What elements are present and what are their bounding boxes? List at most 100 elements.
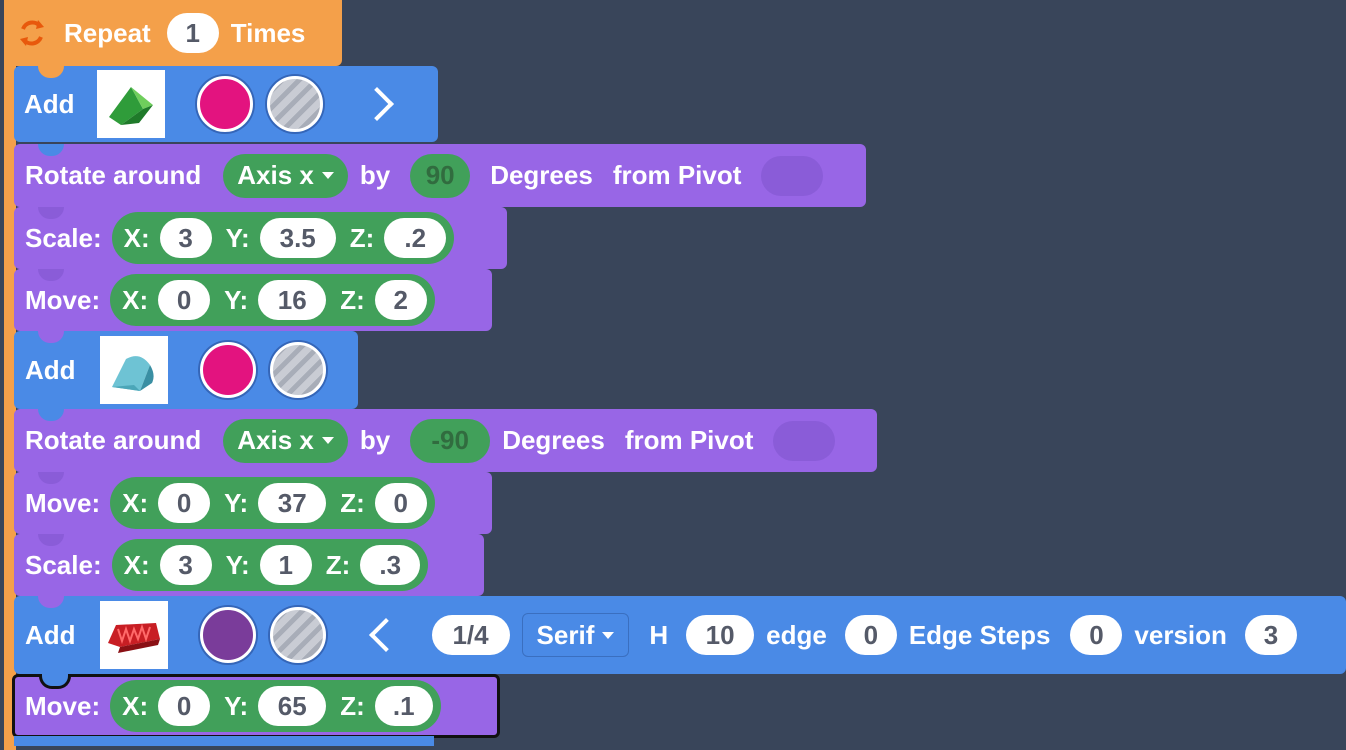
degrees-label: Degrees bbox=[490, 160, 593, 190]
add-block-1[interactable]: Add bbox=[14, 66, 438, 142]
caret-down-icon bbox=[321, 437, 334, 444]
triangular-prism-icon bbox=[108, 87, 153, 125]
height-input[interactable]: 10 bbox=[686, 615, 755, 655]
edge-steps-label: Edge Steps bbox=[908, 619, 1051, 650]
xyz-vector: X: 0 Y: 65 Z: .1 bbox=[110, 680, 441, 732]
y-input[interactable]: 16 bbox=[258, 280, 327, 320]
shape-thumbnail[interactable] bbox=[96, 70, 165, 138]
y-label: Y: bbox=[224, 487, 249, 518]
color-swatch[interactable] bbox=[196, 76, 253, 132]
scale-label: Scale: bbox=[25, 549, 102, 580]
rotate-block-2[interactable]: Rotate around Axis x by -90 Degrees from… bbox=[14, 409, 877, 472]
repeat-count-input[interactable]: 1 bbox=[166, 13, 219, 53]
repeat-block[interactable]: Repeat 1 Times bbox=[4, 0, 342, 66]
repeat-label: Repeat bbox=[64, 17, 151, 48]
move-label: Move: bbox=[25, 284, 101, 315]
move-label: Move: bbox=[25, 690, 101, 721]
scale-block-2[interactable]: Scale: X: 3 Y: 1 Z: .3 bbox=[14, 534, 484, 596]
x-label: X: bbox=[123, 549, 150, 580]
scale-label: Scale: bbox=[25, 222, 102, 253]
z-input[interactable]: 0 bbox=[374, 483, 427, 523]
pivot-label: from Pivot bbox=[624, 425, 754, 455]
degrees-label: Degrees bbox=[502, 425, 605, 455]
fraction-input[interactable]: 1/4 bbox=[431, 615, 510, 655]
move-block-3-selected[interactable]: Move: X: 0 Y: 65 Z: .1 bbox=[12, 674, 500, 738]
pivot-label: from Pivot bbox=[612, 160, 742, 190]
xyz-vector: X: 3 Y: 1 Z: .3 bbox=[111, 539, 429, 591]
repeat-suffix: Times bbox=[230, 17, 306, 48]
collapse-chevron-icon[interactable] bbox=[368, 615, 404, 655]
texture-swatch[interactable] bbox=[269, 342, 326, 398]
by-label: by bbox=[359, 160, 391, 190]
shape-thumbnail[interactable] bbox=[99, 336, 168, 404]
axis-value: Axis x bbox=[237, 160, 314, 190]
z-input[interactable]: .3 bbox=[360, 545, 421, 585]
shape-thumbnail[interactable] bbox=[99, 601, 168, 669]
rotate-label: Rotate around bbox=[25, 425, 202, 455]
y-input[interactable]: 3.5 bbox=[259, 218, 336, 258]
degrees-input[interactable]: -90 bbox=[410, 418, 491, 463]
texture-swatch[interactable] bbox=[269, 607, 326, 663]
z-label: Z: bbox=[340, 487, 365, 518]
caret-down-icon bbox=[321, 172, 334, 179]
y-input[interactable]: 1 bbox=[259, 545, 312, 585]
z-label: Z: bbox=[340, 690, 365, 721]
add-label: Add bbox=[25, 619, 76, 650]
half-cylinder-icon bbox=[111, 356, 154, 391]
axis-dropdown[interactable]: Axis x bbox=[223, 418, 348, 463]
y-label: Y: bbox=[225, 549, 250, 580]
x-input[interactable]: 3 bbox=[159, 545, 212, 585]
by-label: by bbox=[359, 425, 391, 455]
add-block-2[interactable]: Add bbox=[14, 331, 358, 409]
x-input[interactable]: 3 bbox=[159, 218, 212, 258]
y-input[interactable]: 37 bbox=[258, 483, 327, 523]
z-label: Z: bbox=[340, 284, 365, 315]
y-input[interactable]: 65 bbox=[258, 686, 327, 726]
add-label: Add bbox=[25, 354, 76, 385]
z-input[interactable]: 2 bbox=[374, 280, 427, 320]
version-input[interactable]: 3 bbox=[1244, 615, 1297, 655]
move-block-1[interactable]: Move: X: 0 Y: 16 Z: 2 bbox=[14, 269, 492, 331]
pivot-slot[interactable] bbox=[761, 155, 824, 196]
degrees-input[interactable]: 90 bbox=[410, 153, 471, 198]
rotate-label: Rotate around bbox=[25, 160, 202, 190]
y-label: Y: bbox=[224, 284, 249, 315]
font-dropdown[interactable]: Serif bbox=[521, 613, 630, 657]
z-input[interactable]: .1 bbox=[374, 686, 433, 726]
color-swatch[interactable] bbox=[199, 342, 256, 398]
z-label: Z: bbox=[349, 222, 375, 253]
edge-steps-input[interactable]: 0 bbox=[1070, 615, 1123, 655]
rotate-block-1[interactable]: Rotate around Axis x by 90 Degrees from … bbox=[14, 144, 866, 207]
version-label: version bbox=[1134, 619, 1227, 650]
edge-label: edge bbox=[766, 619, 827, 650]
scale-block-1[interactable]: Scale: X: 3 Y: 3.5 Z: .2 bbox=[14, 207, 507, 269]
xyz-vector: X: 0 Y: 16 Z: 2 bbox=[110, 274, 435, 326]
move-label: Move: bbox=[25, 487, 101, 518]
x-label: X: bbox=[123, 222, 150, 253]
axis-value: Axis x bbox=[237, 425, 314, 455]
pivot-slot[interactable] bbox=[773, 420, 836, 461]
text-3d-icon bbox=[107, 623, 160, 653]
expand-chevron-icon[interactable] bbox=[359, 84, 395, 124]
add-text-block[interactable]: Add 1/4 Serif H 10 edge 0 Edge Steps 0 v… bbox=[14, 596, 1346, 674]
x-label: X: bbox=[122, 690, 149, 721]
add-label: Add bbox=[24, 88, 75, 119]
texture-swatch[interactable] bbox=[266, 76, 323, 132]
move-block-2[interactable]: Move: X: 0 Y: 37 Z: 0 bbox=[14, 472, 492, 534]
next-block-peek[interactable] bbox=[14, 736, 434, 746]
x-label: X: bbox=[122, 487, 149, 518]
repeat-icon bbox=[14, 15, 50, 51]
x-input[interactable]: 0 bbox=[158, 686, 211, 726]
x-input[interactable]: 0 bbox=[158, 280, 211, 320]
x-input[interactable]: 0 bbox=[158, 483, 211, 523]
edge-input[interactable]: 0 bbox=[844, 615, 897, 655]
x-label: X: bbox=[122, 284, 149, 315]
height-label: H bbox=[649, 619, 669, 650]
xyz-vector: X: 3 Y: 3.5 Z: .2 bbox=[111, 212, 455, 264]
color-swatch[interactable] bbox=[199, 607, 256, 663]
axis-dropdown[interactable]: Axis x bbox=[223, 153, 348, 198]
y-label: Y: bbox=[225, 222, 250, 253]
z-input[interactable]: .2 bbox=[384, 218, 447, 258]
xyz-vector: X: 0 Y: 37 Z: 0 bbox=[110, 477, 435, 529]
caret-down-icon bbox=[602, 631, 615, 639]
